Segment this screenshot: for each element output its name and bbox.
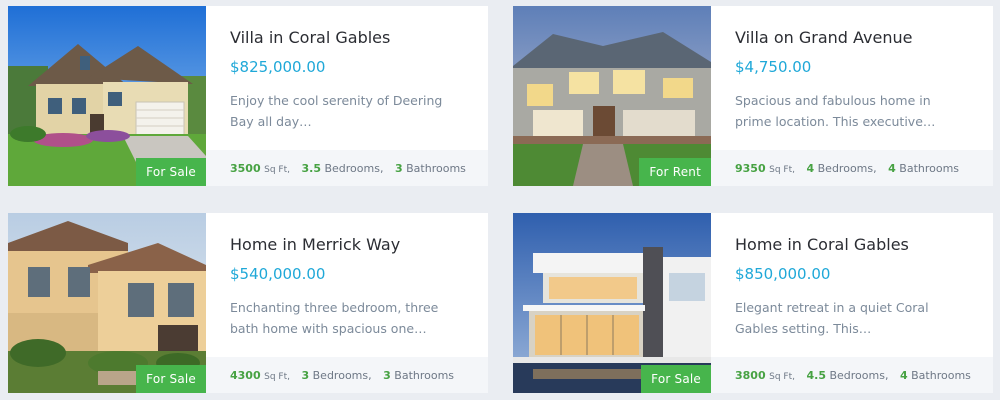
property-stats: 9350 Sq Ft, 4 Bedrooms, 4 Bathrooms (711, 150, 993, 186)
property-price: $4,750.00 (735, 58, 812, 76)
listing-status-badge: For Sale (136, 158, 206, 186)
property-stats: 3800 Sq Ft, 4.5 Bedrooms, 4 Bathrooms (711, 357, 993, 393)
sqft-unit: Sq Ft, (264, 372, 290, 382)
sqft-value: 9350 (735, 162, 766, 175)
property-price: $540,000.00 (230, 265, 326, 283)
property-description: Enchanting three bedroom, three bath hom… (230, 300, 439, 336)
listing-status-badge: For Sale (136, 365, 206, 393)
property-card[interactable]: For Sale Home in Coral Gables $850,000.0… (513, 213, 993, 393)
bedrooms-label: Bedrooms, (817, 162, 877, 175)
bedrooms-value: 3.5 (301, 162, 321, 175)
bedrooms-value: 3 (301, 369, 310, 382)
bedrooms-label: Bedrooms, (829, 369, 889, 382)
property-photo[interactable]: For Rent (513, 6, 711, 186)
property-title[interactable]: Home in Coral Gables (735, 235, 909, 254)
bathrooms-label: Bathrooms (899, 162, 960, 175)
property-description: Enjoy the cool serenity of Deering Bay a… (230, 93, 443, 129)
listing-status-badge: For Sale (641, 365, 711, 393)
bathrooms-value: 3 (394, 162, 403, 175)
bathrooms-value: 3 (383, 369, 391, 382)
property-stats: 3500 Sq Ft, 3.5 Bedrooms, 3 Bathrooms (206, 150, 488, 186)
sqft-unit: Sq Ft, (769, 165, 795, 175)
sqft-value: 3500 (230, 162, 261, 175)
property-card[interactable]: For Rent Villa on Grand Avenue $4,750.00… (513, 6, 993, 186)
bedrooms-value: 4.5 (806, 369, 826, 382)
bedrooms-label: Bedrooms, (324, 162, 384, 175)
property-description: Spacious and fabulous home in prime loca… (735, 93, 936, 129)
bathrooms-value: 4 (899, 369, 908, 382)
property-card[interactable]: For Sale Home in Merrick Way $540,000.00… (8, 213, 488, 393)
property-title[interactable]: Villa in Coral Gables (230, 28, 390, 47)
property-photo[interactable]: For Sale (8, 213, 206, 393)
bedrooms-value: 4 (806, 162, 815, 175)
property-info: Home in Coral Gables $850,000.00 Elegant… (711, 213, 993, 393)
bathrooms-label: Bathrooms (406, 162, 466, 175)
bathrooms-value: 4 (888, 162, 896, 175)
property-info: Home in Merrick Way $540,000.00 Enchanti… (206, 213, 488, 393)
property-price: $825,000.00 (230, 58, 326, 76)
property-photo[interactable]: For Sale (513, 213, 711, 393)
bathrooms-label: Bathrooms (394, 369, 455, 382)
property-price: $850,000.00 (735, 265, 831, 283)
listing-status-badge: For Rent (639, 158, 711, 186)
sqft-unit: Sq Ft, (264, 165, 290, 175)
sqft-value: 4300 (230, 369, 261, 382)
property-info: Villa in Coral Gables $825,000.00 Enjoy … (206, 6, 488, 186)
sqft-value: 3800 (735, 369, 766, 382)
property-photo[interactable]: For Sale (8, 6, 206, 186)
listings-grid: For Sale Villa in Coral Gables $825,000.… (0, 0, 1000, 400)
bedrooms-label: Bedrooms, (312, 369, 372, 382)
property-card[interactable]: For Sale Villa in Coral Gables $825,000.… (8, 6, 488, 186)
property-title[interactable]: Home in Merrick Way (230, 235, 400, 254)
property-info: Villa on Grand Avenue $4,750.00 Spacious… (711, 6, 993, 186)
bathrooms-label: Bathrooms (911, 369, 971, 382)
sqft-unit: Sq Ft, (769, 372, 795, 382)
property-title[interactable]: Villa on Grand Avenue (735, 28, 912, 47)
property-description: Elegant retreat in a quiet Coral Gables … (735, 300, 929, 336)
property-stats: 4300 Sq Ft, 3 Bedrooms, 3 Bathrooms (206, 357, 488, 393)
